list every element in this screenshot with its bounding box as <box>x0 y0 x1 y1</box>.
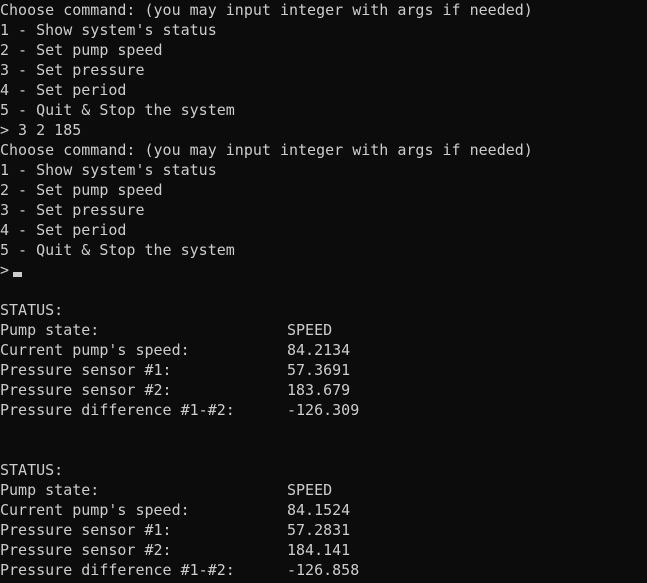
menu-option-set-period: 4 - Set period <box>0 81 127 99</box>
menu-option-quit: 5 - Quit & Stop the system <box>0 241 235 259</box>
status-label: Pressure difference #1-#2: <box>0 401 235 419</box>
status-value: 84.1524 <box>287 501 351 519</box>
status-row-pressure-difference: Pressure difference #1-#2: -126.858 <box>0 560 647 580</box>
menu-option-set-pump-speed: 2 - Set pump speed <box>0 41 163 59</box>
status-row-pressure-sensor-2: Pressure sensor #2: 184.141 <box>0 540 647 560</box>
status-row-pressure-sensor-1: Pressure sensor #1: 57.2831 <box>0 520 647 540</box>
status-value: SPEED <box>287 481 333 499</box>
status-value: 183.679 <box>287 381 351 399</box>
status-row-pressure-sensor-2: Pressure sensor #2: 183.679 <box>0 380 647 400</box>
status-row-pump-speed: Current pump's speed: 84.1524 <box>0 500 647 520</box>
status-value: 184.141 <box>287 541 351 559</box>
status-row-pressure-difference: Pressure difference #1-#2: -126.309 <box>0 400 647 420</box>
command-prompt: Choose command: (you may input integer w… <box>0 141 533 159</box>
status-row-pump-state: Pump state: SPEED <box>0 480 647 500</box>
status-label: Pressure sensor #2: <box>0 541 172 559</box>
menu-option-quit: 5 - Quit & Stop the system <box>0 101 235 119</box>
text-cursor <box>13 272 23 277</box>
status-header: STATUS: <box>0 301 64 319</box>
status-label: Pressure sensor #1: <box>0 361 172 379</box>
status-label: Pump state: <box>0 321 100 339</box>
status-label: Pressure difference #1-#2: <box>0 561 235 579</box>
status-value: SPEED <box>287 321 333 339</box>
status-row-pump-speed: Current pump's speed: 84.2134 <box>0 340 647 360</box>
menu-option-set-pressure: 3 - Set pressure <box>0 201 145 219</box>
status-value: -126.309 <box>287 401 360 419</box>
status-label: Current pump's speed: <box>0 341 190 359</box>
input-prompt-symbol: > <box>0 261 10 279</box>
status-value: 57.2831 <box>287 521 351 539</box>
status-label: Pressure sensor #2: <box>0 381 172 399</box>
status-value: -126.858 <box>287 561 360 579</box>
console-window[interactable]: Choose command: (you may input integer w… <box>0 0 647 583</box>
menu-option-set-period: 4 - Set period <box>0 221 127 239</box>
status-row-pump-state: Pump state: SPEED <box>0 320 647 340</box>
command-prompt: Choose command: (you may input integer w… <box>0 1 533 19</box>
status-value: 84.2134 <box>287 341 351 359</box>
status-label: Pump state: <box>0 481 100 499</box>
status-label: Pressure sensor #1: <box>0 521 172 539</box>
status-header: STATUS: <box>0 461 64 479</box>
menu-option-show-status: 1 - Show system's status <box>0 161 217 179</box>
menu-option-set-pump-speed: 2 - Set pump speed <box>0 181 163 199</box>
menu-option-show-status: 1 - Show system's status <box>0 21 217 39</box>
status-row-pressure-sensor-1: Pressure sensor #1: 57.3691 <box>0 360 647 380</box>
command-input-line[interactable]: > <box>0 260 647 280</box>
entered-command: > 3 2 185 <box>0 121 82 139</box>
status-value: 57.3691 <box>287 361 351 379</box>
status-label: Current pump's speed: <box>0 501 190 519</box>
menu-option-set-pressure: 3 - Set pressure <box>0 61 145 79</box>
